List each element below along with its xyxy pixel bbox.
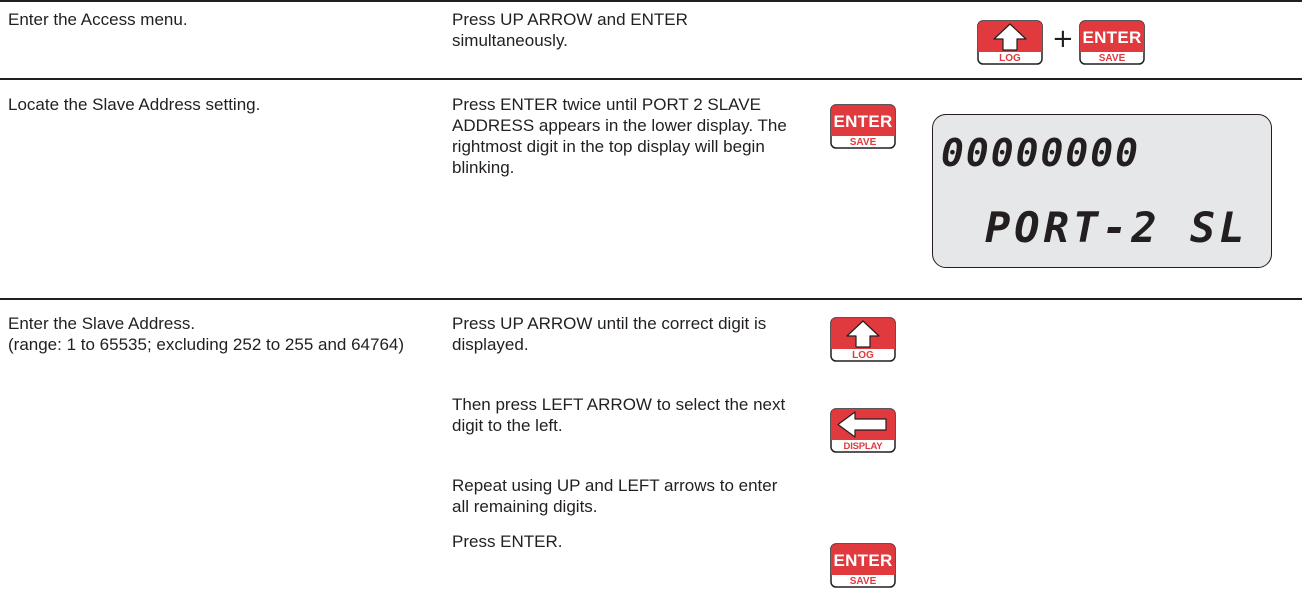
enter-key-sublabel: SAVE [849,137,877,148]
row-divider-2 [0,298,1302,300]
step-2-instruction: Press ENTER twice until PORT 2 SLAVE ADD… [452,95,787,177]
step-1-action: Enter the Access menu. [8,10,188,29]
step-3-action-note: (range: 1 to 65535; excluding 252 to 255… [8,335,405,354]
step-3-instruction-2: Then press LEFT ARROW to select the next… [452,395,786,435]
enter-save-key: ENTER SAVE [830,104,896,149]
enter-key-label: ENTER [1082,28,1142,47]
up-key-sublabel: LOG [999,53,1021,64]
lcd-bottom-display: PORT-2 SL [985,203,1249,252]
lcd-top-display: 00000000 [941,131,1141,175]
step-3-instruction-1: Press UP ARROW until the correct digit i… [452,314,767,354]
left-arrow-display-key: DISPLAY [830,408,896,453]
enter-save-key: ENTER SAVE [1079,20,1145,65]
row-divider-1 [0,78,1302,80]
step-3-instruction-4: Press ENTER. [452,532,563,551]
step-3-action: Enter the Slave Address. [8,314,196,333]
enter-key-label: ENTER [833,551,893,570]
enter-key-sublabel: SAVE [849,576,877,587]
enter-key-sublabel: SAVE [1098,53,1126,64]
enter-key-label: ENTER [833,112,893,131]
plus-sign: + [1052,24,1074,54]
step-2-action: Locate the Slave Address setting. [8,95,261,114]
step-3-instruction-3: Repeat using UP and LEFT arrows to enter… [452,476,778,516]
up-arrow-log-key: LOG [977,20,1043,65]
up-arrow-log-key: LOG [830,317,896,362]
row-divider-top [0,0,1302,2]
step-1-instruction: Press UP ARROW and ENTER simultaneously. [452,10,688,50]
enter-save-key: ENTER SAVE [830,543,896,588]
up-key-sublabel: LOG [852,350,874,361]
lcd-display: 00000000 PORT-2 SL [932,114,1272,268]
left-key-sublabel: DISPLAY [843,441,883,452]
